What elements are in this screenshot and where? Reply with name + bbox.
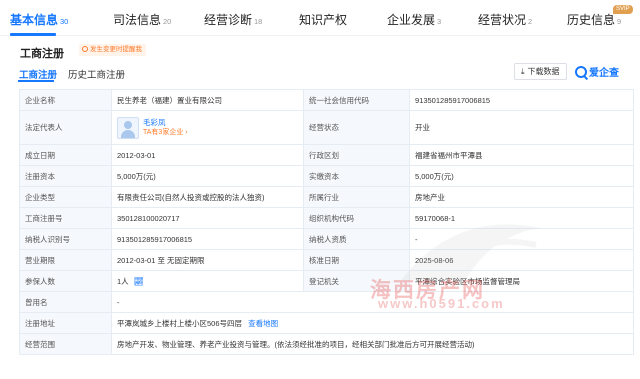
row-label: 经营状态 (303, 110, 410, 145)
download-label: 下载数据 (527, 67, 560, 76)
row-label: 成立日期 (19, 144, 112, 166)
tab-count: 9 (617, 17, 622, 26)
avatar[interactable] (117, 116, 139, 139)
section-title: 工商注册 (20, 48, 64, 60)
admin-region: 福建省福州市平潭县 (409, 144, 634, 166)
tab-business-status[interactable]: 经营状况 2 (478, 11, 532, 28)
change-alert-button[interactable]: 发生变更时提醒我 (79, 44, 146, 56)
row-label: 曾用名 (19, 291, 112, 313)
active-tab-underline (10, 33, 56, 36)
subtab-history-registration[interactable]: 历史工商注册 (68, 67, 125, 81)
clock-icon (82, 46, 88, 52)
row-label: 统一社会信用代码 (303, 89, 410, 111)
watermark-url: www.h0591.com (378, 296, 505, 311)
tab-label: 经营诊断 (204, 13, 253, 27)
business-status: 开业 (409, 110, 634, 145)
address-cell: 平潭岚城乡上楼村上楼小区506号四层 查看地图 (111, 312, 634, 334)
row-label: 参保人数 (19, 270, 112, 292)
legal-representative-link[interactable]: 毛彩凤 (143, 118, 188, 128)
row-label: 企业名称 (19, 89, 112, 111)
trend-chart-icon[interactable]: 📈︎ (134, 277, 144, 286)
row-label: 注册地址 (19, 312, 112, 334)
table-row: 法定代表人 毛彩凤 TA有3家企业 › 经营状态 开业 (19, 110, 634, 145)
tab-count: 2 (528, 17, 533, 26)
registered-address: 平潭岚城乡上楼村上楼小区506号四层 (117, 318, 243, 328)
tab-judicial-info[interactable]: 司法信息 20 (113, 11, 171, 28)
table-row: 经营范围 房地产开发、物业管理、养老产业投资与管理。(依法须经批准的项目，经相关… (19, 333, 634, 355)
row-label: 实缴资本 (303, 165, 410, 187)
view-map-link[interactable]: 查看地图 (248, 319, 278, 328)
registered-capital: 5,000万(元) (111, 165, 304, 187)
tab-label: 历史信息 (567, 13, 616, 27)
company-name: 民生养老（福建）置业有限公司 (111, 89, 304, 111)
table-row: 企业类型 有限责任公司(自然人投资或控股的法人独资) 所属行业 房地产业 (19, 186, 634, 208)
row-label: 法定代表人 (19, 110, 112, 145)
magnifier-logo-icon (575, 66, 587, 78)
tab-count: 30 (60, 17, 69, 26)
row-label: 企业类型 (19, 186, 112, 208)
tab-count: 20 (163, 17, 172, 26)
insured-count: 1人 (117, 276, 129, 286)
tab-label: 知识产权 (299, 13, 348, 27)
table-row: 企业名称 民生养老（福建）置业有限公司 统一社会信用代码 91350128591… (19, 89, 634, 111)
credit-code: 913501285917006815 (409, 89, 634, 111)
insured-count-cell: 1人 📈︎ (111, 270, 304, 292)
tab-count: 3 (437, 17, 442, 26)
industry: 房地产业 (409, 186, 634, 208)
row-label: 组织机构代码 (303, 207, 410, 229)
subtab-business-registration[interactable]: 工商注册 (19, 67, 57, 81)
change-alert-label: 发生变更时提醒我 (90, 46, 142, 53)
tab-count: 18 (254, 17, 263, 26)
founding-date: 2012-03-01 (111, 144, 304, 166)
legal-representative-cell: 毛彩凤 TA有3家企业 › (111, 110, 304, 145)
row-label: 经营范围 (19, 333, 112, 355)
active-subtab-underline (18, 80, 54, 82)
table-row: 注册地址 平潭岚城乡上楼村上楼小区506号四层 查看地图 (19, 312, 634, 334)
row-label: 工商注册号 (19, 207, 112, 229)
business-scope: 房地产开发、物业管理、养老产业投资与管理。(依法须经批准的项目，经相关部门批准后… (111, 333, 634, 355)
brand-logo[interactable]: 爱企查 (575, 64, 619, 80)
business-term: 2012-03-01 至 无固定期限 (111, 249, 304, 271)
download-data-button[interactable]: ⤓ 下载数据 (514, 63, 567, 80)
tab-label: 企业发展 (387, 13, 436, 27)
tab-business-diagnosis[interactable]: 经营诊断 18 (204, 11, 262, 28)
row-label: 纳税人识别号 (19, 228, 112, 250)
table-row: 注册资本 5,000万(元) 实缴资本 5,000万(元) (19, 165, 634, 187)
paid-in-capital: 5,000万(元) (409, 165, 634, 187)
tab-label: 经营状况 (478, 13, 527, 27)
table-row: 成立日期 2012-03-01 行政区划 福建省福州市平潭县 (19, 144, 634, 166)
related-companies-link[interactable]: TA有3家企业 › (143, 128, 188, 138)
tab-label: 司法信息 (113, 13, 162, 27)
tab-enterprise-development[interactable]: 企业发展 3 (387, 11, 441, 28)
row-label: 核准日期 (303, 249, 410, 271)
row-label: 行政区划 (303, 144, 410, 166)
row-label: 所属行业 (303, 186, 410, 208)
svip-badge: SVIP (613, 5, 633, 14)
registration-number: 350128100020717 (111, 207, 304, 229)
top-tab-bar: 基本信息 30 司法信息 20 经营诊断 18 知识产权 企业发展 3 经营状况 2 历史… (0, 0, 640, 36)
tab-intellectual-property[interactable]: 知识产权 (299, 11, 347, 28)
tab-basic-info[interactable]: 基本信息 30 (10, 11, 68, 28)
taxpayer-id: 913501285917006815 (111, 228, 304, 250)
brand-name: 爱企查 (589, 68, 619, 79)
download-icon: ⤓ (521, 67, 525, 76)
company-type: 有限责任公司(自然人投资或控股的法人独资) (111, 186, 304, 208)
row-label: 注册资本 (19, 165, 112, 187)
row-label: 营业期限 (19, 249, 112, 271)
tab-label: 基本信息 (10, 13, 59, 27)
row-label: 纳税人资质 (303, 228, 410, 250)
